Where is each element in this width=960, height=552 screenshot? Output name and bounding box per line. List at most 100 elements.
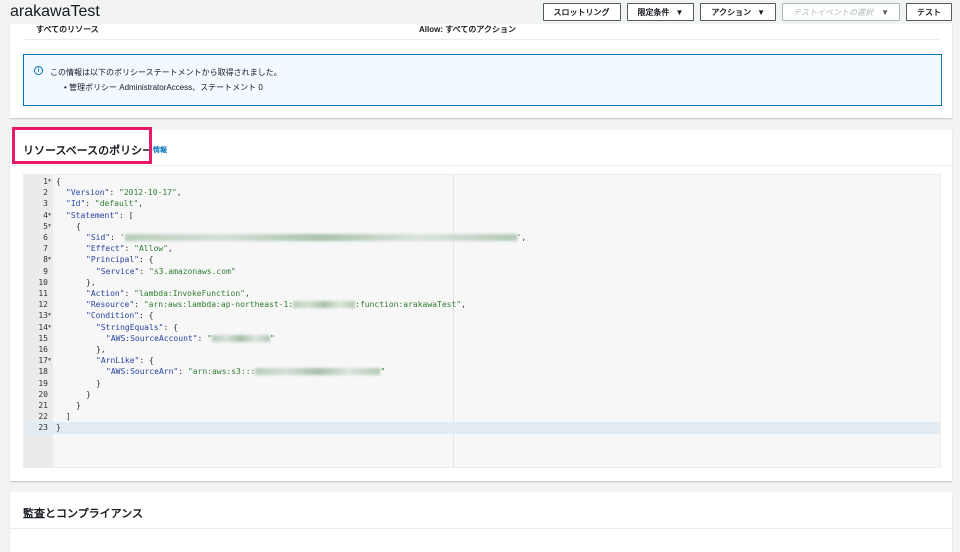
code-line[interactable]: 21} — [24, 400, 940, 411]
audit-panel: 監査とコンプライアンス — [10, 492, 952, 552]
line-number: 9 — [43, 266, 48, 276]
test-event-placeholder: テストイベントの選択 — [793, 7, 873, 17]
fold-toggle-icon[interactable]: ▼ — [48, 322, 51, 333]
line-number: 7 — [43, 244, 48, 254]
test-event-select[interactable]: テストイベントの選択 ▼ — [782, 3, 900, 21]
code-line[interactable]: 22] — [24, 411, 940, 422]
line-number: 21 — [38, 401, 48, 410]
json-punctuation: }, — [96, 345, 106, 354]
code-line[interactable]: 18 "AWS:SourceArn": "arn:aws:s3::: " — [24, 366, 940, 377]
fold-toggle-icon[interactable]: ▼ — [48, 254, 51, 265]
top-bar: arakawaTest スロットリング 限定条件 ▼ アクション ▼ テストイベント… — [0, 0, 960, 24]
fold-toggle-icon[interactable]: ▼ — [48, 210, 51, 221]
code-line[interactable]: 17 ▼ "ArnLike": { — [24, 355, 940, 366]
json-punctuation: { — [76, 221, 81, 231]
code-line[interactable]: 19} — [24, 378, 940, 389]
line-number: 1 — [43, 177, 48, 186]
resource-text: すべてのリソース — [36, 25, 99, 34]
test-button[interactable]: テスト — [906, 3, 952, 21]
code-line[interactable]: 13 ▼ "Condition": { — [24, 310, 940, 321]
json-key: "AWS:SourceArn" — [106, 367, 179, 377]
code-text: "Statement": [ — [66, 210, 133, 221]
json-string: "default" — [94, 199, 139, 209]
test-label: テスト — [917, 7, 941, 17]
code-line[interactable]: 14 ▼ "StringEquals": { — [24, 322, 940, 333]
json-punctuation: : — [197, 333, 208, 343]
line-number: 19 — [38, 378, 48, 388]
json-string: " — [380, 367, 386, 377]
policy-code-editor[interactable]: 1 ▼{2 "Version": "2012-10-17", 3 "Id": "defa… — [23, 174, 941, 468]
code-line[interactable]: 3 "Id": "default", — [24, 198, 940, 209]
fold-toggle-icon[interactable]: ▼ — [48, 176, 51, 187]
code-text: { — [56, 176, 61, 187]
json-key: "Sid" — [86, 233, 111, 242]
line-number: 23 — [38, 423, 48, 433]
json-punctuation: : — [178, 367, 188, 377]
redacted-value — [211, 334, 270, 342]
json-punctuation: : — [85, 199, 95, 209]
code-line[interactable]: 10}, — [24, 277, 940, 288]
throttle-button[interactable]: スロットリング — [542, 3, 621, 21]
json-key: "Action" — [86, 289, 125, 298]
code-text: "Version": "2012-10-17", — [66, 187, 182, 198]
code-text: }, — [96, 344, 106, 355]
code-line[interactable]: 1 ▼ { — [24, 176, 940, 187]
code-line[interactable]: 23} — [24, 422, 940, 434]
json-punctuation: , — [244, 289, 250, 298]
json-key: "AWS:SourceAccount" — [106, 333, 198, 343]
code-text: "Condition": { — [86, 310, 153, 321]
divider — [10, 528, 952, 529]
qualifiers-label: 限定条件 — [637, 7, 670, 17]
json-key: "Statement" — [66, 210, 119, 220]
code-text: "Service": "s3.amazonaws.com" — [96, 266, 236, 277]
code-line[interactable]: 4 ▼ "Statement": [ — [24, 210, 940, 221]
code-line[interactable]: 2 "Version": "2012-10-17", — [24, 187, 940, 198]
code-line[interactable]: 5 ▼ { — [24, 221, 940, 232]
code-line[interactable]: 12 "Resource": "arn:aws:lambda:ap-northea… — [24, 299, 940, 310]
caret-down-icon: ▼ — [675, 7, 684, 17]
actions-dropdown[interactable]: アクション ▼ — [700, 3, 776, 21]
json-key: "Id" — [66, 199, 86, 209]
code-line[interactable]: 11 "Action": "lambda:InvokeFunction", — [24, 288, 940, 299]
json-key: "StringEquals" — [96, 322, 164, 332]
json-punctuation: } — [76, 401, 81, 410]
code-line[interactable]: 20} — [24, 389, 940, 400]
json-punctuation: , — [521, 233, 527, 242]
action-text: Allow: すべてのアクション — [419, 25, 516, 34]
json-punctuation: : — [124, 289, 135, 298]
code-line[interactable]: 8 ▼ "Principal": { — [24, 254, 940, 265]
code-text: "ArnLike": { — [96, 355, 154, 366]
code-text: "Effect": "Allow", — [86, 243, 173, 254]
info-link[interactable]: 情報 — [153, 145, 167, 155]
code-text: "Principal": { — [86, 254, 153, 265]
json-key: "Resource" — [86, 300, 135, 310]
caret-down-icon: ▼ — [881, 7, 889, 17]
line-number: 14 — [38, 322, 48, 332]
json-punctuation: : — [139, 266, 149, 276]
code-text: "Resource": "arn:aws:lambda:ap-northeast… — [86, 299, 466, 310]
qualifiers-dropdown[interactable]: 限定条件 ▼ — [626, 3, 695, 21]
fold-toggle-icon[interactable]: ▼ — [48, 355, 51, 366]
code-line[interactable]: 7 "Effect": "Allow", — [24, 243, 940, 254]
json-string: "lambda:InvokeFunction" — [134, 289, 245, 298]
code-text: "Sid": ' ', — [86, 232, 526, 243]
code-line[interactable]: 15 "AWS:SourceAccount": " " — [24, 333, 940, 344]
fold-toggle-icon[interactable]: ▼ — [48, 310, 51, 321]
fold-toggle-icon[interactable]: ▼ — [48, 221, 51, 232]
code-text: "Action": "lambda:InvokeFunction", — [86, 288, 250, 299]
code-text: "StringEquals": { — [96, 322, 178, 333]
redacted-value — [255, 368, 381, 376]
json-punctuation: }, — [86, 277, 96, 287]
json-punctuation: , — [138, 199, 144, 209]
json-punctuation: : [ — [118, 210, 134, 220]
line-number: 5 — [43, 221, 48, 231]
code-line[interactable]: 6 "Sid": ' ', — [24, 232, 940, 243]
json-punctuation: , — [461, 300, 466, 310]
divider — [23, 39, 939, 40]
code-line[interactable]: 16}, — [24, 344, 940, 355]
line-number: 4 — [43, 210, 48, 220]
info-item: • 管理ポリシー AdministratorAccess、ステートメント 0 — [64, 83, 263, 92]
json-key: "Condition" — [86, 311, 139, 321]
json-punctuation: : — [110, 233, 120, 242]
code-line[interactable]: 9 "Service": "s3.amazonaws.com" — [24, 266, 940, 277]
